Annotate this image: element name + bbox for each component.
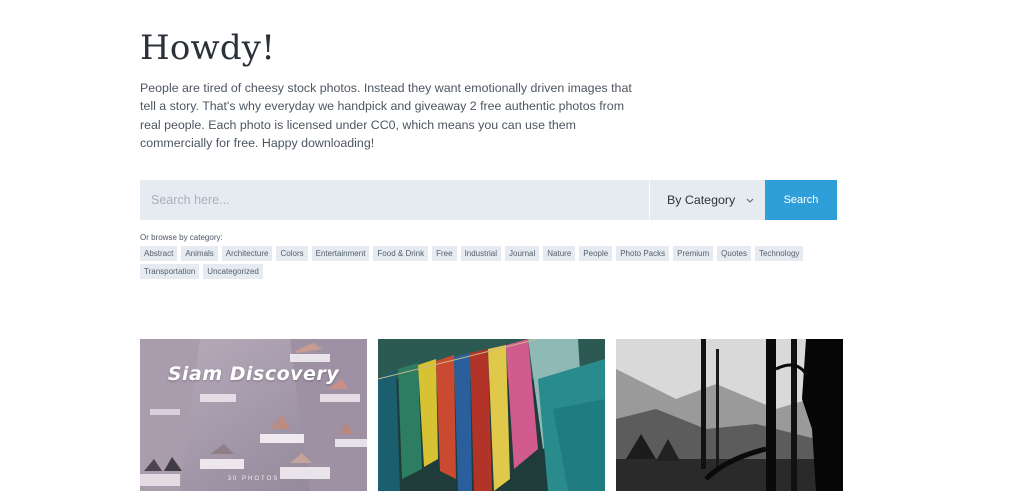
- photo-title: Siam Discovery: [167, 363, 340, 385]
- category-tag-uncategorized[interactable]: Uncategorized: [203, 264, 263, 279]
- search-bar: By Category Search: [140, 180, 837, 220]
- category-tag-architecture[interactable]: Architecture: [221, 246, 273, 261]
- category-tags: Abstract Animals Architecture Colors Ent…: [140, 246, 830, 279]
- category-tag-premium[interactable]: Premium: [673, 246, 714, 261]
- intro-paragraph: People are tired of cheesy stock photos.…: [140, 81, 632, 151]
- category-dropdown[interactable]: By Category: [649, 180, 765, 220]
- forest-image: [616, 339, 843, 491]
- category-tag-entertainment[interactable]: Entertainment: [311, 246, 370, 261]
- category-tag-quotes[interactable]: Quotes: [717, 246, 751, 261]
- browse-label: Or browse by category:: [140, 233, 223, 242]
- page-heading: Howdy!: [140, 28, 276, 68]
- category-tag-abstract[interactable]: Abstract: [140, 246, 178, 261]
- shoe-display-image: [140, 339, 367, 491]
- category-tag-photo-packs[interactable]: Photo Packs: [616, 246, 670, 261]
- category-tag-food-drink[interactable]: Food & Drink: [373, 246, 429, 261]
- category-tag-people[interactable]: People: [579, 246, 613, 261]
- category-tag-nature[interactable]: Nature: [543, 246, 576, 261]
- search-input[interactable]: [140, 180, 649, 220]
- search-button[interactable]: Search: [765, 180, 837, 220]
- category-tag-colors[interactable]: Colors: [276, 246, 308, 261]
- category-tag-transportation[interactable]: Transportation: [140, 264, 200, 279]
- category-tag-industrial[interactable]: Industrial: [460, 246, 502, 261]
- photo-card-siam-discovery[interactable]: Siam Discovery 30 PHOTOS: [140, 339, 367, 491]
- category-tag-technology[interactable]: Technology: [754, 246, 804, 261]
- category-tag-animals[interactable]: Animals: [181, 246, 218, 261]
- category-tag-journal[interactable]: Journal: [505, 246, 540, 261]
- chevron-down-icon: [746, 198, 754, 203]
- category-dropdown-label: By Category: [667, 193, 736, 207]
- photo-card-prayer-flags[interactable]: [378, 339, 605, 491]
- prayer-flags-image: [378, 339, 605, 491]
- photo-card-forest[interactable]: [616, 339, 843, 491]
- photo-subtitle: 30 PHOTOS: [227, 476, 280, 482]
- category-tag-free[interactable]: Free: [432, 246, 457, 261]
